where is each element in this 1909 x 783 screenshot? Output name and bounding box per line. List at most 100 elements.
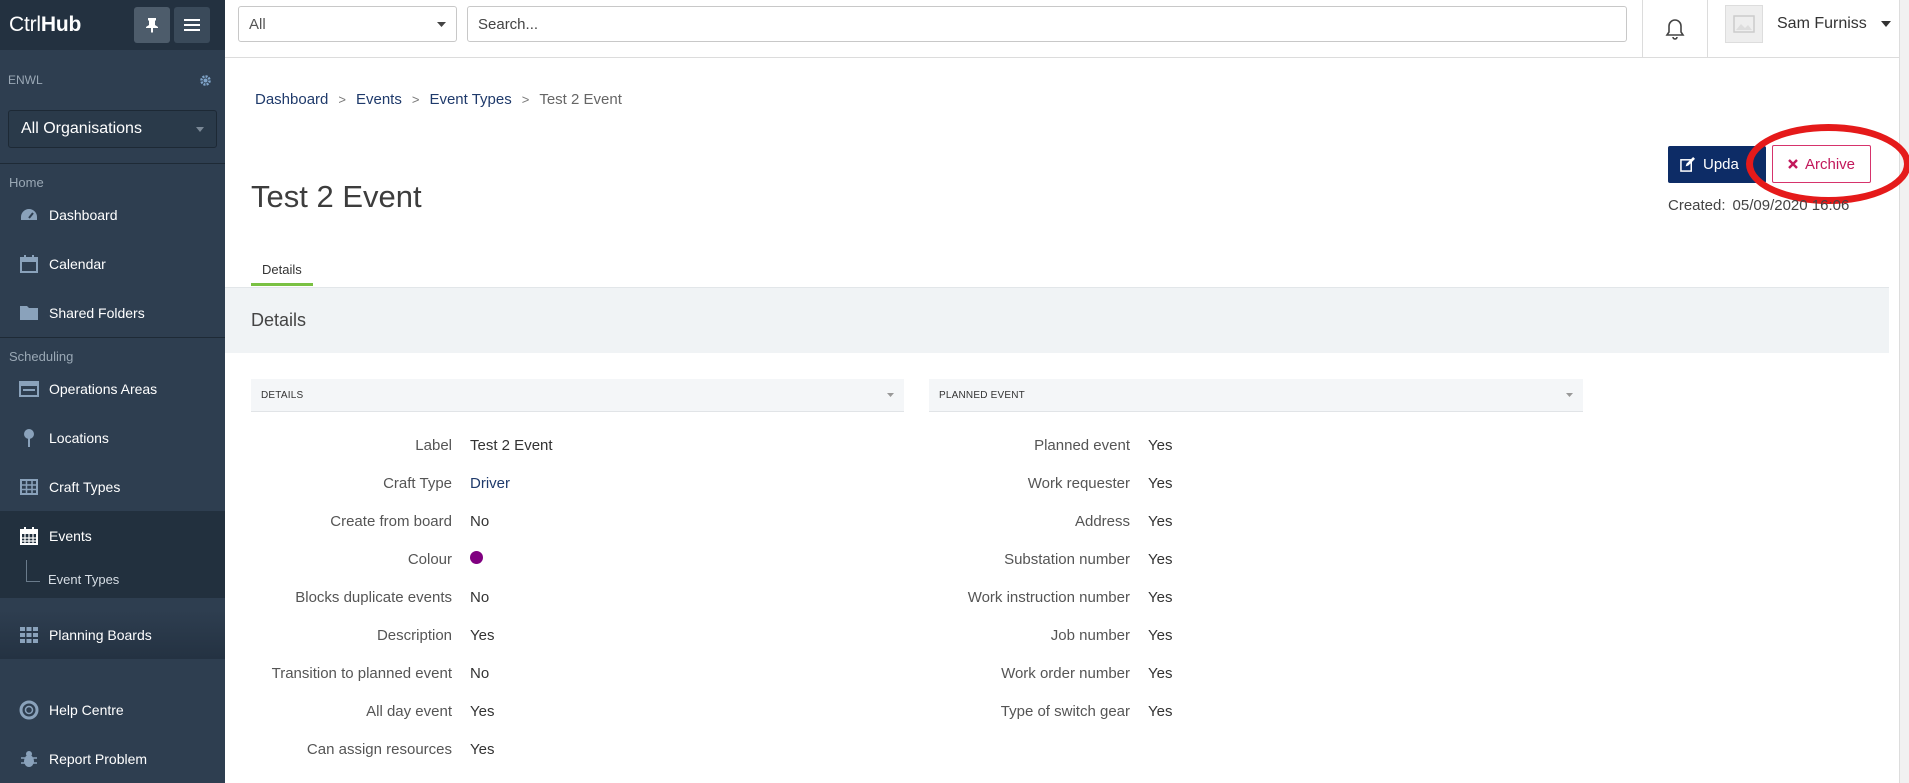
details-row: Label Test 2 Event [251, 426, 904, 464]
edit-icon [1680, 157, 1695, 172]
sidebar-item-locations[interactable]: Locations [0, 413, 225, 462]
planned-row: Work order number Yes [929, 654, 1583, 692]
sidebar-item-event-types[interactable]: Event Types [0, 560, 225, 598]
collapse-caret-icon [887, 393, 894, 397]
details-section-header[interactable]: DETAILS [251, 379, 904, 412]
tab-details[interactable]: Details [251, 255, 313, 286]
planned-value: Yes [1148, 550, 1173, 568]
sidebar-item-events[interactable]: Events [0, 511, 225, 560]
hamburger-icon [184, 19, 200, 31]
planned-value: Yes [1148, 588, 1173, 606]
planned-value: Yes [1148, 474, 1173, 492]
details-value: Test 2 Event [470, 436, 553, 454]
toggle-menu-button[interactable] [174, 7, 210, 43]
archive-button[interactable]: Archive [1772, 145, 1871, 183]
breadcrumb: Dashboard > Events > Event Types > Test … [255, 91, 622, 108]
planned-label: Address [1074, 512, 1130, 530]
caret-down-icon [196, 126, 204, 132]
calendar-icon [20, 254, 38, 273]
planned-label: Substation number [1004, 550, 1130, 568]
folder-icon [20, 306, 38, 320]
breadcrumb-event-types[interactable]: Event Types [429, 91, 511, 108]
planned-event-section-header[interactable]: PLANNED EVENT [929, 379, 1583, 412]
planned-row: Type of switch gear Yes [929, 692, 1583, 730]
organisation-select[interactable]: All Organisations [8, 110, 217, 148]
planned-value: Yes [1148, 626, 1173, 644]
details-value: Yes [470, 740, 495, 758]
details-row: Craft Type Driver [251, 464, 904, 502]
chevron-right-icon: > [411, 92, 420, 107]
sidebar-item-operations-areas[interactable]: Operations Areas [0, 364, 225, 413]
app-logo[interactable]: CtrlHub [9, 13, 81, 37]
details-value: No [470, 664, 490, 682]
sidebar-header: CtrlHub [0, 0, 225, 50]
calendar-grid-icon [20, 526, 38, 545]
colour-swatch [470, 550, 483, 564]
bell-icon [1665, 18, 1685, 40]
section-home: Home [9, 175, 44, 190]
planned-row: Job number Yes [929, 616, 1583, 654]
planned-row: Substation number Yes [929, 540, 1583, 578]
planned-row: Planned event Yes [929, 426, 1583, 464]
pin-sidebar-button[interactable] [134, 7, 170, 43]
details-label: All day event [366, 702, 452, 720]
sidebar-item-craft-types[interactable]: Craft Types [0, 462, 225, 511]
details-label: Description [376, 626, 452, 644]
breadcrumb-dashboard[interactable]: Dashboard [255, 91, 328, 108]
panel-header: Details [225, 287, 1889, 353]
details-row: Transition to planned event No [251, 654, 904, 692]
sidebar-item-shared-folders[interactable]: Shared Folders [0, 288, 225, 337]
bug-icon [21, 750, 37, 767]
planned-row: Work instruction number Yes [929, 578, 1583, 616]
page-scrollbar[interactable] [1899, 0, 1909, 783]
notifications-button[interactable] [1642, 0, 1708, 57]
details-row: Description Yes [251, 616, 904, 654]
planned-value: Yes [1148, 664, 1173, 682]
sidebar-item-dashboard[interactable]: Dashboard [0, 190, 225, 239]
details-value: Yes [470, 626, 495, 644]
dashboard-icon [21, 208, 37, 220]
tree-connector [26, 560, 40, 582]
planned-row: Work requester Yes [929, 464, 1583, 502]
planned-value: Yes [1148, 512, 1173, 530]
caret-down-icon [437, 21, 446, 27]
planned-label: Type of switch gear [1000, 702, 1130, 720]
update-button[interactable]: Upda [1668, 146, 1766, 183]
page-title: Test 2 Event [251, 179, 422, 214]
user-name: Sam Furniss [1777, 15, 1867, 32]
details-value: No [470, 512, 490, 530]
planned-value: Yes [1148, 702, 1173, 720]
sidebar-item-calendar[interactable]: Calendar [0, 239, 225, 288]
details-row: Colour [251, 540, 904, 578]
planned-label: Job number [1050, 626, 1130, 644]
org-row: ENWL [0, 50, 225, 110]
sidebar-item-planning-boards[interactable]: Planning Boards [0, 610, 225, 659]
grid-icon [20, 626, 38, 643]
search-scope-select[interactable]: All [238, 6, 457, 42]
details-list: Label Test 2 Event Craft Type Driver Create … [251, 426, 904, 768]
breadcrumb-events[interactable]: Events [356, 91, 402, 108]
search-input[interactable] [467, 6, 1627, 42]
sidebar-item-report-problem[interactable]: Report Problem [0, 734, 225, 783]
close-icon [1788, 159, 1798, 169]
avatar [1725, 5, 1763, 43]
details-label: Label [415, 436, 452, 454]
breadcrumb-current: Test 2 Event [539, 91, 622, 108]
details-row: Create from board No [251, 502, 904, 540]
section-scheduling: Scheduling [9, 349, 74, 364]
gear-icon[interactable] [199, 74, 212, 87]
user-menu[interactable]: Sam Furniss [1725, 0, 1891, 48]
details-value: Yes [470, 702, 495, 720]
planned-label: Planned event [1034, 436, 1130, 454]
details-label: Colour [407, 550, 452, 568]
chevron-right-icon: > [338, 92, 346, 107]
collapse-caret-icon [1566, 393, 1573, 397]
details-row: Can assign resources Yes [251, 730, 904, 768]
sidebar-item-help-centre[interactable]: Help Centre [0, 685, 225, 734]
list-box-icon [19, 380, 39, 397]
details-value [452, 550, 483, 568]
details-row: Blocks duplicate events No [251, 578, 904, 616]
planned-label: Work requester [1027, 474, 1130, 492]
details-value: No [470, 588, 490, 606]
map-pin-icon [24, 428, 34, 447]
